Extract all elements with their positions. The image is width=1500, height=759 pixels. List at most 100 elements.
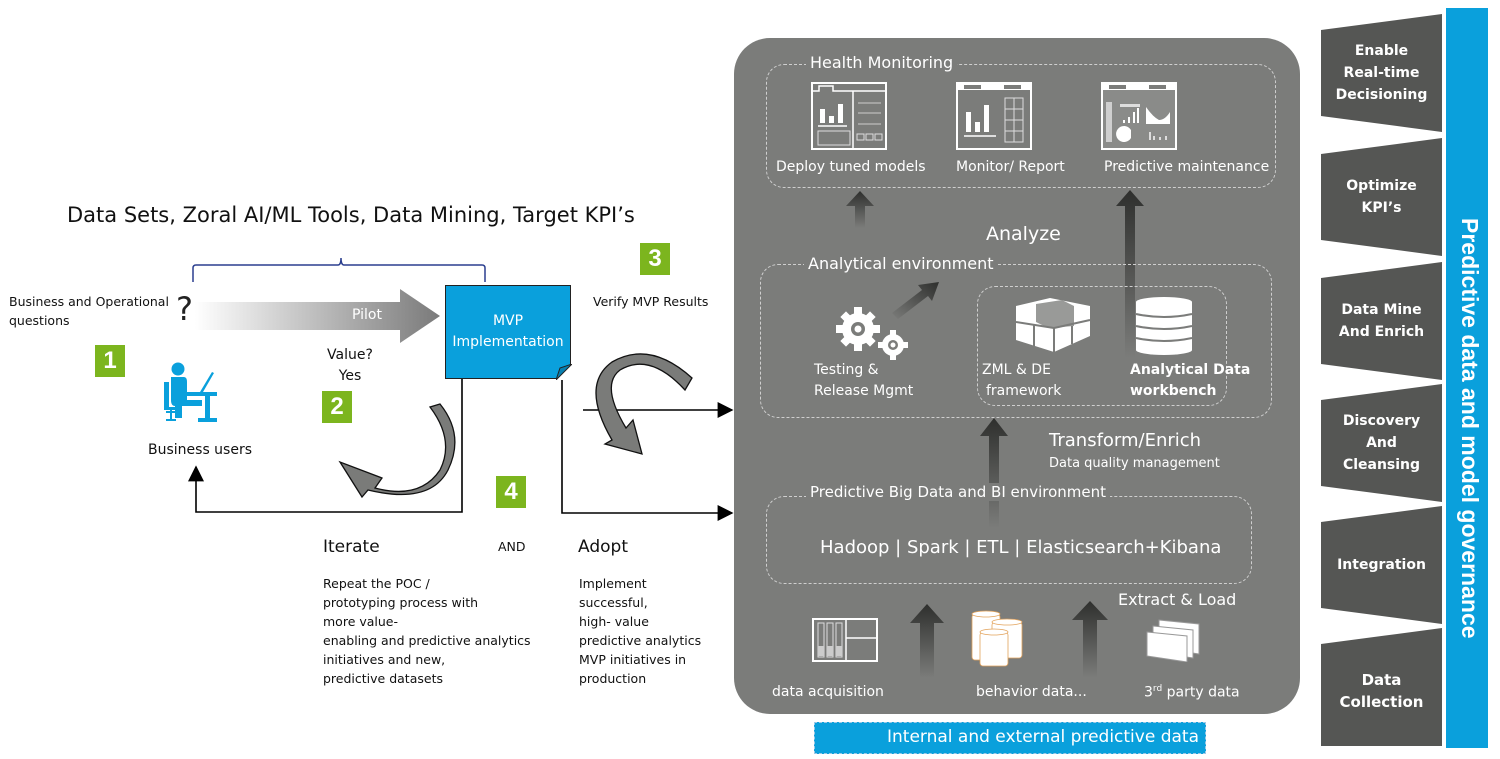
governance-step: Data Collection xyxy=(1321,628,1442,746)
third-prefix: 3 xyxy=(1144,684,1153,701)
monitor-report-icon xyxy=(956,82,1032,150)
gears-icon xyxy=(836,307,908,360)
iterate-curved-arrow xyxy=(338,403,456,499)
adopt-line: Implement xyxy=(579,576,647,591)
governance-step: Enable Real-time Decisioning xyxy=(1321,14,1442,132)
deploy-tuned-models-label: Deploy tuned models xyxy=(776,159,926,175)
brace xyxy=(192,257,486,282)
big-data-title: Predictive Big Data and BI environment xyxy=(806,483,1111,501)
value-question: Value? Yes xyxy=(325,345,375,387)
governance-step-label: KPI’s xyxy=(1361,200,1402,216)
extract-load-label: Extract & Load xyxy=(1118,590,1237,609)
tech-stack-label: Hadoop | Spark | ETL | Elasticsearch+Kib… xyxy=(820,537,1222,558)
adopt-line: production xyxy=(579,671,647,686)
analytical-environment-title: Analytical environment xyxy=(804,254,998,273)
behavior-data-icon xyxy=(971,610,1023,667)
page-curl-icon xyxy=(556,364,572,380)
analytical-data-workbench-label: Analytical Data workbench xyxy=(1130,360,1250,402)
testing-line1: Testing & xyxy=(814,362,879,378)
zml-de-framework-label: ZML & DE framework xyxy=(982,360,1061,402)
testing-release-label: Testing & Release Mgmt xyxy=(814,360,913,402)
question-label-line1: Business and Operational xyxy=(9,294,169,309)
business-user-icon xyxy=(164,362,217,422)
zml-line2: framework xyxy=(986,383,1062,399)
step-badge-2: 2 xyxy=(322,391,352,423)
analyze-label: Analyze xyxy=(986,223,1061,245)
workbench-line1: Analytical Data xyxy=(1130,362,1251,378)
mvp-line1: MVP xyxy=(492,313,524,329)
mvp-implementation-box[interactable]: MVP Implementation xyxy=(445,285,572,380)
governance-step-label: Decisioning xyxy=(1335,87,1428,103)
business-users-label: Business users xyxy=(148,442,253,458)
question-label-line2: questions xyxy=(9,313,70,328)
workbench-line2: workbench xyxy=(1130,383,1217,399)
mvp-line2: Implementation xyxy=(452,334,564,350)
governance-step-label: Collection xyxy=(1339,693,1424,711)
third-party-data-icon xyxy=(1146,619,1200,662)
health-title-text: Health Monitoring xyxy=(806,53,958,72)
governance-step-label: Real-time xyxy=(1343,65,1420,81)
data-acquisition-label: data acquisition xyxy=(772,684,884,700)
health-monitoring-title: Health Monitoring xyxy=(806,53,958,72)
governance-step-label: Cleansing xyxy=(1342,457,1421,473)
adopt-heading: Adopt xyxy=(578,537,628,557)
pilot-arrow xyxy=(195,289,440,343)
predictive-maintenance-label: Predictive maintenance xyxy=(1104,159,1270,175)
third-sup: rd xyxy=(1152,684,1163,694)
up-arrow-deploy xyxy=(846,191,874,228)
iterate-heading: Iterate xyxy=(323,537,380,557)
predictive-maintenance-icon xyxy=(1101,82,1177,150)
third-party-data-label: 3rd party data xyxy=(1144,684,1240,701)
pilot-label: Pilot xyxy=(352,307,382,323)
governance-title: Predictive data and model governance xyxy=(1457,217,1483,639)
internal-external-data-bar: Internal and external predictive data xyxy=(814,722,1206,754)
iterate-line: predictive datasets xyxy=(323,671,443,686)
value-line2: Yes xyxy=(338,368,362,384)
governance-step: Data Mine And Enrich xyxy=(1321,262,1442,380)
step-badge-3: 3 xyxy=(640,243,670,275)
verify-curved-arrow xyxy=(595,353,693,455)
analytical-title-text: Analytical environment xyxy=(804,254,998,273)
adopt-line: high- value xyxy=(579,614,649,629)
step-badge-1: 1 xyxy=(95,345,125,377)
iterate-line: enabling and predictive analytics xyxy=(323,633,531,648)
governance-step-label: Data Mine xyxy=(1341,302,1422,318)
governance-step: Discovery And Cleansing xyxy=(1321,384,1442,502)
governance-step-text: Enable Real-time Decisioning xyxy=(1321,40,1442,106)
adopt-description: Implement successful, high- value predic… xyxy=(579,574,701,688)
up-arrow-acquisition xyxy=(910,604,944,678)
governance-step: Integration xyxy=(1321,506,1442,624)
dashboard-icon xyxy=(811,82,887,150)
third-rest: party data xyxy=(1162,684,1240,701)
governance-step-label: Integration xyxy=(1337,557,1426,573)
governance-step-label: And Enrich xyxy=(1338,324,1425,340)
iterate-line: initiatives and new, xyxy=(323,652,446,667)
adopt-line: successful, xyxy=(579,595,648,610)
data-acquisition-icon xyxy=(812,618,878,662)
step-badge-4: 4 xyxy=(496,476,526,508)
governance-step-text: Discovery And Cleansing xyxy=(1321,410,1442,476)
testing-line2: Release Mgmt xyxy=(814,383,914,399)
governance-step-label: Discovery xyxy=(1342,413,1421,429)
and-label: AND xyxy=(498,539,526,554)
adopt-line: MVP initiatives in xyxy=(579,652,687,667)
question-label: Business and Operational questions xyxy=(9,292,169,330)
governance-step-label: Data xyxy=(1361,671,1402,689)
cube-framework-icon xyxy=(1015,298,1091,352)
iterate-line: Repeat the POC / xyxy=(323,576,430,591)
verify-label: Verify MVP Results xyxy=(593,294,709,309)
footer-label: Internal and external predictive data xyxy=(887,727,1199,747)
governance-step-text: Data Collection xyxy=(1321,669,1442,713)
zml-line1: ZML & DE xyxy=(982,362,1051,378)
monitor-report-label: Monitor/ Report xyxy=(956,159,1065,175)
iterate-line: more value- xyxy=(323,614,399,629)
value-line1: Value? xyxy=(327,347,373,363)
governance-step-label: And xyxy=(1366,435,1397,451)
iterate-line: prototyping process with xyxy=(323,595,479,610)
governance-step-text: Optimize KPI’s xyxy=(1321,175,1442,219)
up-arrow-behavior xyxy=(1072,601,1108,678)
governance-step: Optimize KPI’s xyxy=(1321,138,1442,256)
transform-enrich-label: Transform/Enrich xyxy=(1049,430,1202,451)
behavior-data-label: behavior data... xyxy=(976,684,1087,700)
governance-step-text: Data Mine And Enrich xyxy=(1321,299,1442,343)
